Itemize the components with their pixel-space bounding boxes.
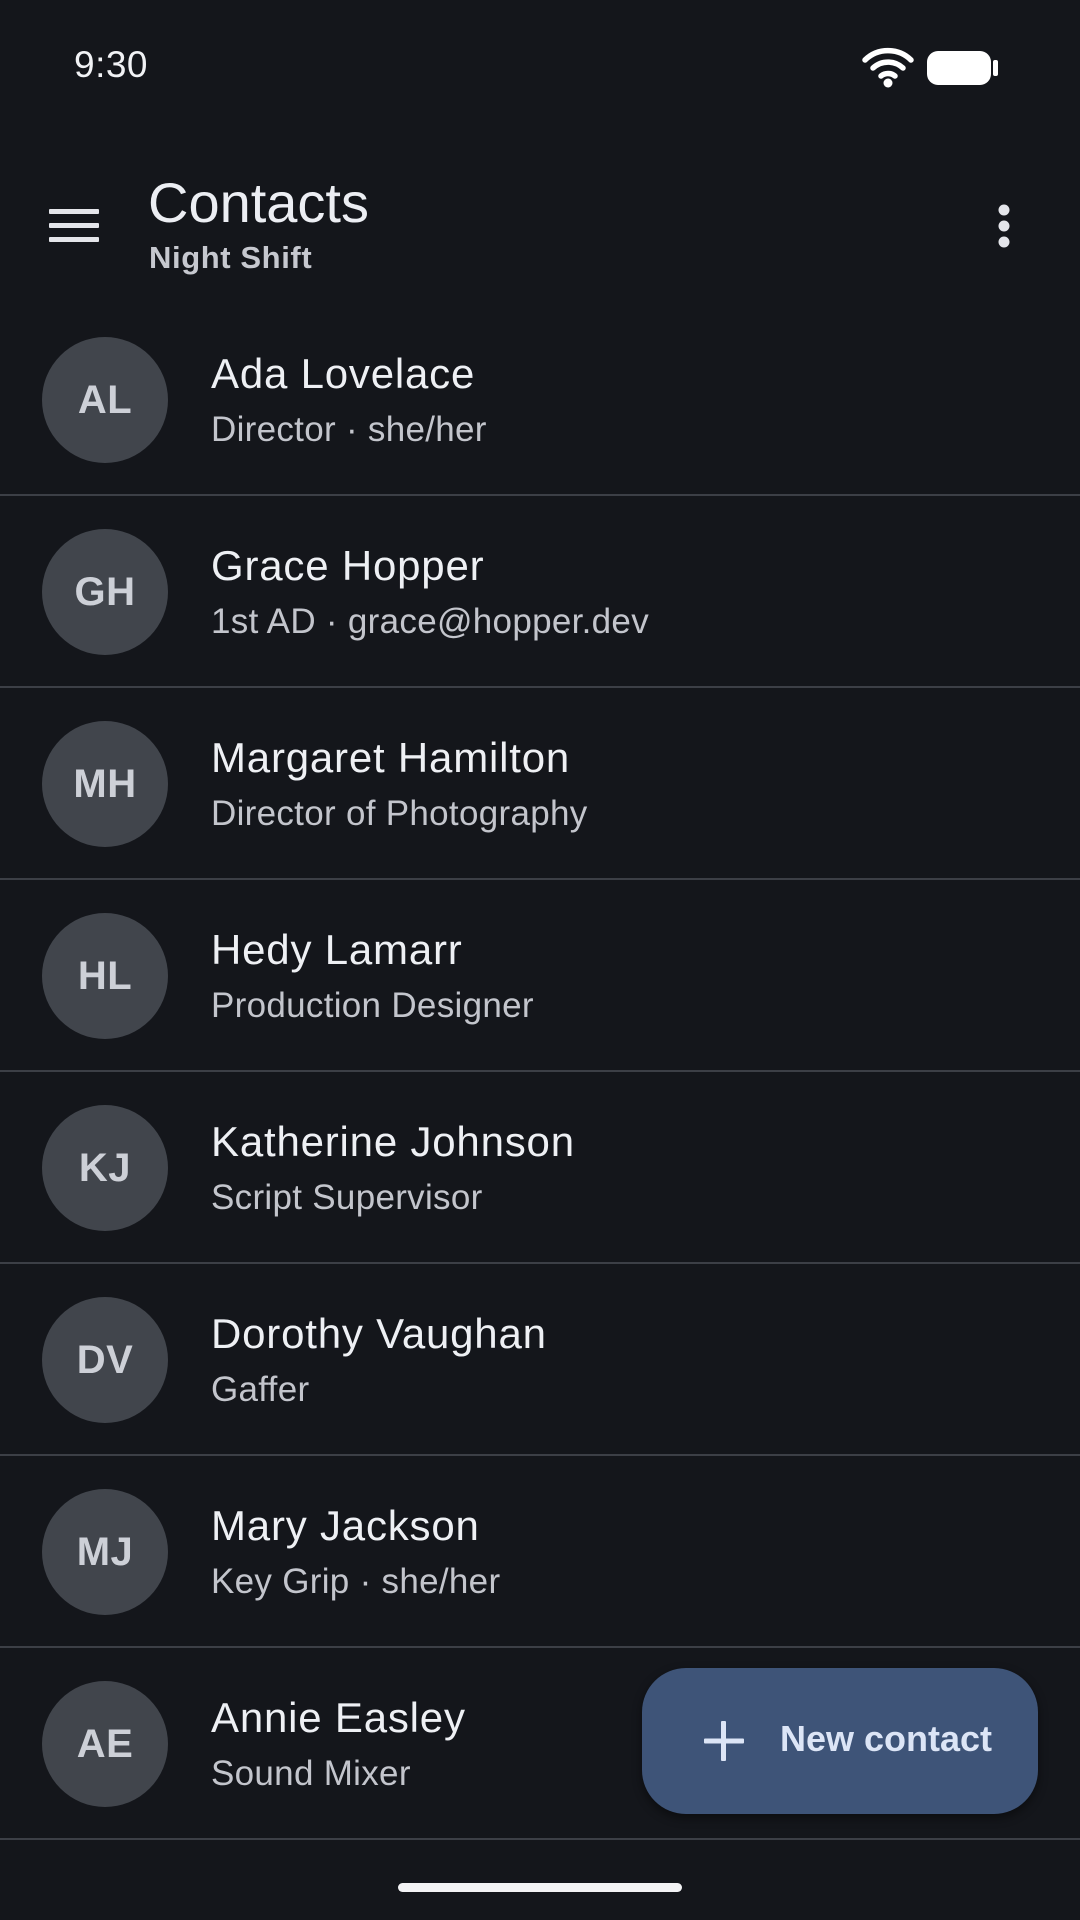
status-bar: 9:30 xyxy=(0,0,1080,132)
avatar-initials: GH xyxy=(74,569,136,614)
avatar: MJ xyxy=(42,1489,168,1615)
contact-name: Katherine Johnson xyxy=(211,1118,575,1165)
contacts-screen: 9:30 Contacts Night Shift AL Ada Lovelac… xyxy=(0,0,1080,1920)
more-vert-icon[interactable] xyxy=(962,184,1046,268)
avatar: GH xyxy=(42,529,168,655)
new-contact-button[interactable]: New contact xyxy=(642,1668,1038,1814)
new-contact-label: New contact xyxy=(780,1718,993,1759)
avatar-initials: KJ xyxy=(78,1145,132,1190)
avatar-initials: MJ xyxy=(76,1529,134,1574)
avatar: KJ xyxy=(42,1105,168,1231)
avatar: MH xyxy=(42,721,168,847)
contact-list: AL Ada Lovelace Director · she/her GH Gr… xyxy=(0,304,1080,1840)
contact-name: Grace Hopper xyxy=(211,542,485,589)
plus-icon xyxy=(704,1721,744,1761)
contact-row[interactable]: AL Ada Lovelace Director · she/her xyxy=(0,304,1080,496)
top-app-bar: Contacts Night Shift xyxy=(0,150,1080,300)
contact-row[interactable]: MH Margaret Hamilton Director of Photogr… xyxy=(0,688,1080,880)
contact-detail: Sound Mixer xyxy=(211,1754,411,1793)
avatar-initials: MH xyxy=(73,761,137,806)
page-subtitle: Night Shift xyxy=(149,240,313,275)
contact-detail: 1st AD · grace@hopper.dev xyxy=(211,602,649,641)
contact-row[interactable]: GH Grace Hopper 1st AD · grace@hopper.de… xyxy=(0,496,1080,688)
contact-detail: Key Grip · she/her xyxy=(211,1562,501,1601)
contact-name: Ada Lovelace xyxy=(211,350,476,397)
page-title: Contacts xyxy=(148,171,369,234)
contact-detail: Gaffer xyxy=(211,1370,310,1409)
contact-name: Dorothy Vaughan xyxy=(211,1310,547,1357)
contact-name: Annie Easley xyxy=(211,1694,466,1741)
battery-icon xyxy=(927,51,998,85)
contact-detail: Script Supervisor xyxy=(211,1178,483,1217)
contact-detail: Director · she/her xyxy=(211,410,487,449)
contact-detail: Production Designer xyxy=(211,986,534,1025)
avatar-initials: DV xyxy=(76,1337,134,1382)
avatar-initials: HL xyxy=(77,953,133,998)
avatar-initials: AE xyxy=(76,1721,134,1766)
contact-detail: Director of Photography xyxy=(211,794,588,833)
contact-row[interactable]: DV Dorothy Vaughan Gaffer xyxy=(0,1264,1080,1456)
contact-name: Mary Jackson xyxy=(211,1502,480,1549)
avatar: DV xyxy=(42,1297,168,1423)
avatar: HL xyxy=(42,913,168,1039)
menu-icon[interactable] xyxy=(32,184,116,268)
avatar: AL xyxy=(42,337,168,463)
avatar-initials: AL xyxy=(77,377,133,422)
contact-name: Margaret Hamilton xyxy=(211,734,571,781)
contact-row[interactable]: HL Hedy Lamarr Production Designer xyxy=(0,880,1080,1072)
avatar: AE xyxy=(42,1681,168,1807)
gesture-nav-handle[interactable] xyxy=(398,1883,682,1892)
contact-row[interactable]: KJ Katherine Johnson Script Supervisor xyxy=(0,1072,1080,1264)
contact-name: Hedy Lamarr xyxy=(211,926,463,973)
contact-row[interactable]: MJ Mary Jackson Key Grip · she/her xyxy=(0,1456,1080,1648)
wifi-icon xyxy=(862,47,914,88)
status-time: 9:30 xyxy=(74,44,149,85)
